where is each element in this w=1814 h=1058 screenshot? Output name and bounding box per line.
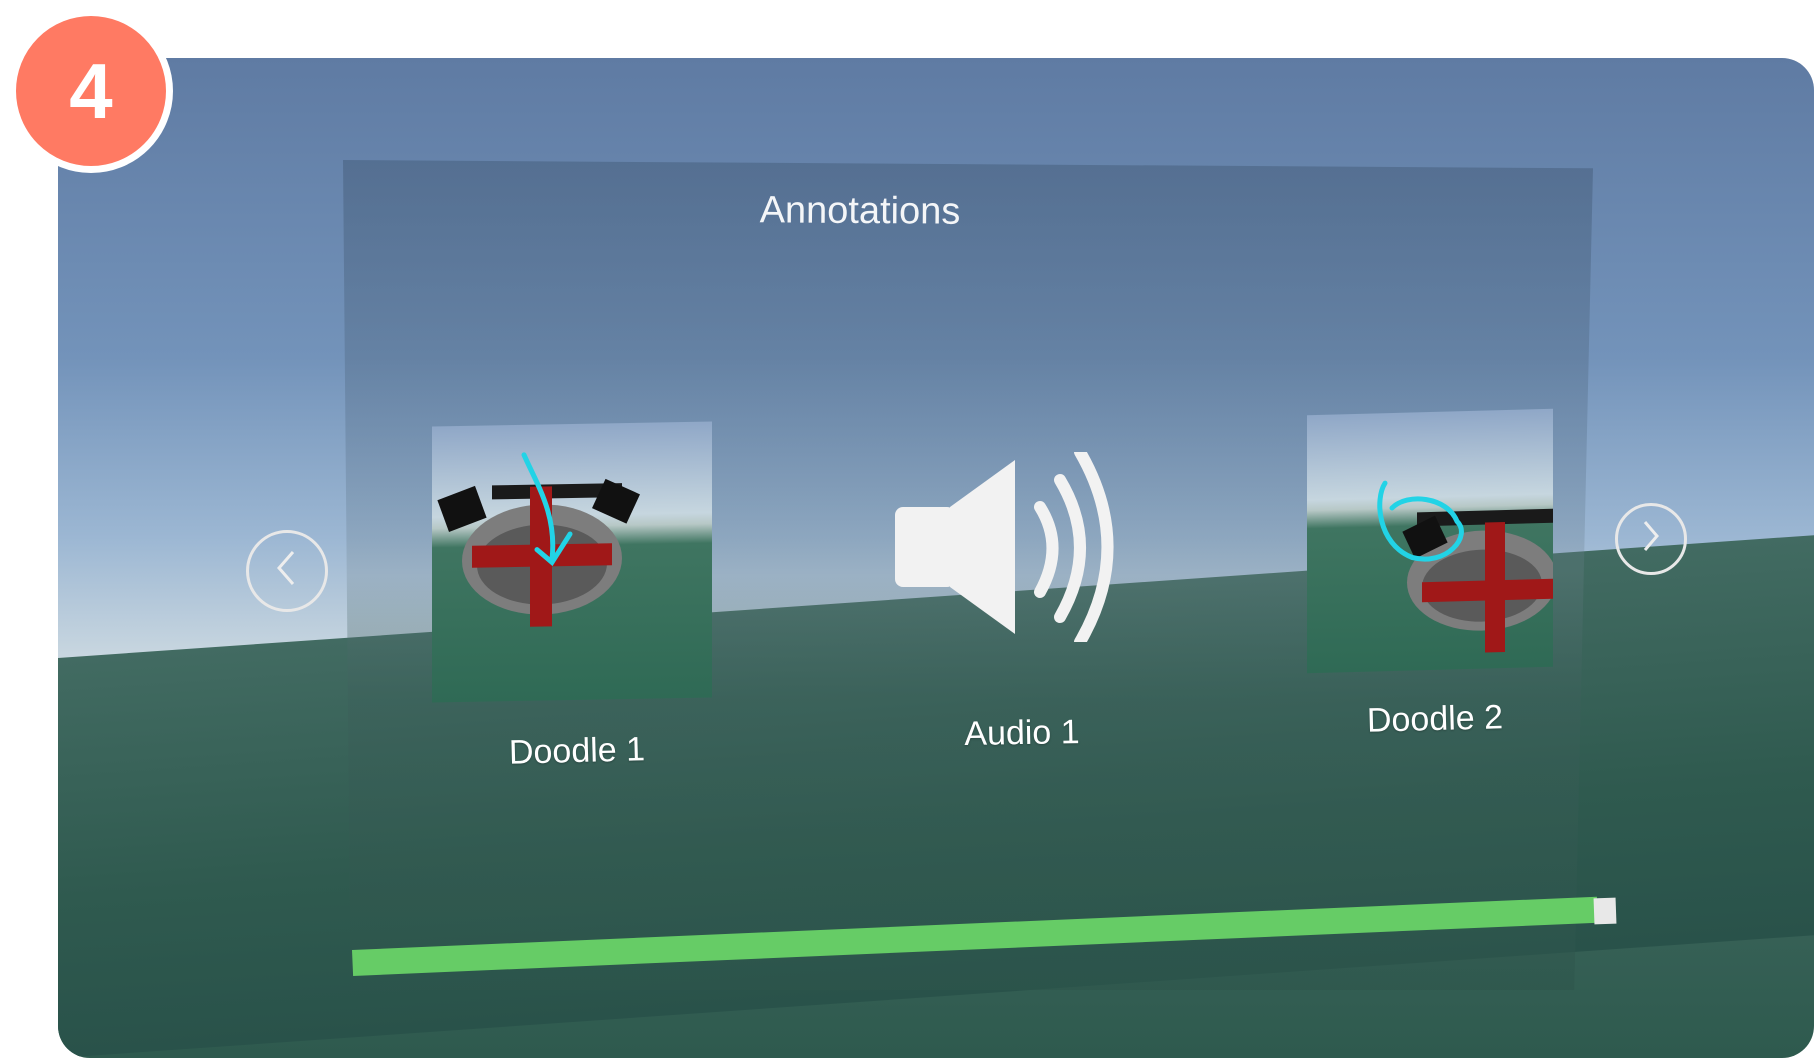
step-badge: 4 — [9, 9, 173, 173]
previous-button[interactable] — [246, 530, 328, 612]
doodle-2-label: Doodle 2 — [1366, 698, 1504, 740]
chevron-left-icon — [273, 548, 301, 595]
panel-title: Annotations — [759, 189, 961, 233]
next-button[interactable] — [1615, 503, 1687, 575]
doodle-thumbnail-image — [437, 452, 640, 627]
audio-1-button[interactable] — [895, 446, 1135, 648]
progress-handle[interactable] — [1593, 897, 1617, 925]
speaker-icon — [895, 446, 1114, 648]
audio-1-label: Audio 1 — [963, 712, 1080, 754]
doodle-1-thumbnail[interactable] — [432, 421, 712, 703]
doodle-1-label: Doodle 1 — [508, 730, 646, 772]
doodle-2-thumbnail[interactable] — [1307, 408, 1553, 674]
doodle-thumbnail-image — [1377, 480, 1553, 653]
chevron-right-icon — [1638, 518, 1664, 561]
